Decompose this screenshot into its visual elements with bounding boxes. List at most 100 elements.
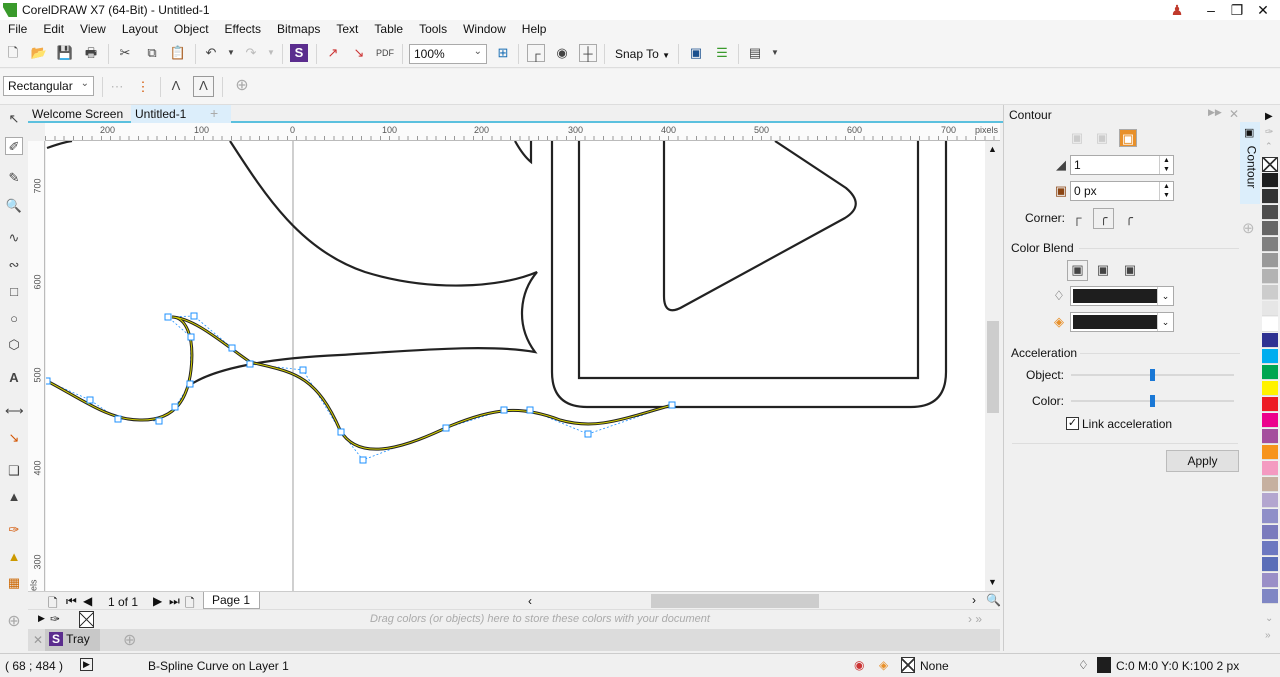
color-swatch[interactable] bbox=[1262, 413, 1278, 428]
color-swatch[interactable] bbox=[1262, 205, 1278, 220]
palette-menu-icon[interactable]: ▶ bbox=[1265, 111, 1273, 122]
menu-effects[interactable]: Effects bbox=[217, 20, 269, 36]
transparency-tool-icon[interactable]: ▲ bbox=[5, 488, 23, 506]
steps-spinner[interactable]: ▲ ▼ bbox=[1159, 156, 1173, 174]
docker-tab-contour[interactable]: ▣ Contour bbox=[1240, 122, 1260, 204]
vertical-scrollbar[interactable]: ▲ ▼ bbox=[985, 141, 1001, 592]
close-button[interactable]: ✕ bbox=[1252, 0, 1274, 20]
redo-dropdown-icon[interactable]: ▼ bbox=[262, 44, 280, 62]
color-swatch[interactable] bbox=[1262, 461, 1278, 476]
person-icon[interactable]: ♟ bbox=[1166, 0, 1188, 20]
minimize-button[interactable]: – bbox=[1200, 0, 1222, 20]
eyedropper-icon[interactable]: ✑ bbox=[50, 612, 60, 626]
clockwise-blend-icon[interactable]: ▣ bbox=[1094, 261, 1112, 279]
welcome-screen-icon[interactable]: ▤ bbox=[746, 44, 764, 62]
outline-swatch[interactable] bbox=[1097, 657, 1111, 673]
curve-node[interactable] bbox=[359, 456, 367, 464]
interactive-fill-tool-icon[interactable]: ▲ bbox=[5, 548, 23, 566]
slider-thumb[interactable] bbox=[1150, 369, 1155, 381]
offset-spinner[interactable]: ▲ ▼ bbox=[1159, 182, 1173, 200]
scroll-up-icon[interactable]: ▲ bbox=[988, 144, 997, 154]
color-swatch[interactable] bbox=[1262, 317, 1278, 332]
undo-dropdown-icon[interactable]: ▼ bbox=[222, 44, 240, 62]
full-screen-preview-icon[interactable]: ⊞ bbox=[494, 44, 512, 62]
menu-edit[interactable]: Edit bbox=[35, 20, 72, 36]
freehand-tool-icon[interactable]: ∿ bbox=[5, 229, 23, 247]
color-swatch[interactable] bbox=[1262, 365, 1278, 380]
color-swatch[interactable] bbox=[1262, 301, 1278, 316]
fill-color-picker[interactable]: ⌄ bbox=[1070, 312, 1174, 332]
scroll-down-icon[interactable]: ▼ bbox=[988, 577, 997, 587]
redo-icon[interactable]: ↷ bbox=[242, 44, 260, 62]
first-page-icon[interactable]: ⏮ bbox=[66, 594, 77, 609]
fill-swatch[interactable] bbox=[901, 657, 915, 673]
curve-node[interactable] bbox=[187, 333, 195, 341]
open-icon[interactable]: 📂 bbox=[30, 44, 48, 62]
color-swatch[interactable] bbox=[1262, 349, 1278, 364]
contour-offset-input[interactable]: 0 px ▲ ▼ bbox=[1070, 181, 1174, 201]
show-grid-icon[interactable]: ◉ bbox=[553, 44, 571, 62]
contour-steps-input[interactable]: 1 ▲ ▼ bbox=[1070, 155, 1174, 175]
linear-blend-icon[interactable]: ▣ bbox=[1067, 260, 1088, 281]
scroll-right-icon[interactable]: › » bbox=[968, 612, 982, 626]
curve-node[interactable] bbox=[186, 380, 194, 388]
curve-node[interactable] bbox=[86, 396, 94, 404]
color-swatch[interactable] bbox=[1262, 173, 1278, 188]
curve-node[interactable] bbox=[584, 430, 592, 438]
add-node-icon[interactable]: ⋯ bbox=[108, 78, 126, 96]
artistic-media-tool-icon[interactable]: ∾ bbox=[5, 256, 23, 274]
zoom-navigator-icon[interactable]: 🔍 bbox=[986, 593, 1001, 607]
curve-node[interactable] bbox=[46, 377, 51, 385]
curve-node[interactable] bbox=[500, 406, 508, 414]
horizontal-ruler[interactable]: 200 100 0 100 200 300 400 500 600 700 pi… bbox=[45, 123, 1000, 141]
snap-to-dropdown[interactable]: Snap To ▼ bbox=[615, 47, 670, 61]
menu-text[interactable]: Text bbox=[328, 20, 366, 36]
export-icon[interactable]: ↘ bbox=[350, 44, 368, 62]
horizontal-scrollbar-thumb[interactable] bbox=[651, 594, 819, 608]
color-swatch[interactable] bbox=[1262, 429, 1278, 444]
color-swatch[interactable] bbox=[1262, 493, 1278, 508]
rectangle-tool-icon[interactable]: □ bbox=[5, 283, 23, 301]
pick-tool-icon[interactable]: ↖ bbox=[5, 110, 23, 128]
color-swatch[interactable] bbox=[1262, 509, 1278, 524]
options-icon[interactable]: ▣ bbox=[687, 44, 705, 62]
eyedropper-tool-icon[interactable]: ✑ bbox=[5, 521, 23, 539]
contour-type-select[interactable]: Rectangular ⌄ bbox=[3, 76, 94, 96]
previous-page-icon[interactable]: ◀ bbox=[83, 594, 92, 608]
menu-help[interactable]: Help bbox=[514, 20, 555, 36]
color-swatch[interactable] bbox=[1262, 237, 1278, 252]
apply-button[interactable]: Apply bbox=[1166, 450, 1239, 472]
add-tray-icon[interactable]: ⊕ bbox=[123, 630, 136, 650]
restore-button[interactable]: ❐ bbox=[1226, 0, 1248, 20]
expand-palette-icon[interactable]: » bbox=[1265, 630, 1271, 641]
import-icon[interactable]: ↗ bbox=[324, 44, 342, 62]
delete-node-icon[interactable]: ⋮ bbox=[134, 78, 152, 96]
menu-bitmaps[interactable]: Bitmaps bbox=[269, 20, 328, 36]
menu-layout[interactable]: Layout bbox=[114, 20, 166, 36]
print-icon[interactable]: 🖶 bbox=[82, 44, 100, 62]
paste-icon[interactable]: 📋 bbox=[169, 44, 187, 62]
docker-expand-icon[interactable]: ▶▶ bbox=[1208, 107, 1222, 118]
no-color-swatch[interactable] bbox=[79, 611, 94, 628]
publish-pdf-icon[interactable]: PDF bbox=[376, 44, 394, 62]
zoom-level-select[interactable]: 100% ⌄ bbox=[409, 44, 487, 64]
no-color-swatch[interactable] bbox=[1262, 157, 1278, 172]
ellipse-tool-icon[interactable]: ○ bbox=[5, 310, 23, 328]
curve-node[interactable] bbox=[668, 401, 676, 409]
color-swatch[interactable] bbox=[1262, 333, 1278, 348]
curve-node[interactable] bbox=[526, 406, 534, 414]
polygon-tool-icon[interactable]: ⬡ bbox=[5, 336, 23, 354]
zoom-tool-icon[interactable]: 🔍 bbox=[5, 197, 23, 215]
next-page-icon[interactable]: ▶ bbox=[153, 594, 162, 608]
new-document-icon[interactable]: 🗋 bbox=[4, 44, 22, 62]
color-swatch[interactable] bbox=[1262, 557, 1278, 572]
horizontal-scroll-left-icon[interactable]: ‹ bbox=[528, 594, 532, 608]
scroll-down-icon[interactable]: ⌄ bbox=[1265, 613, 1273, 624]
menu-file[interactable]: File bbox=[0, 20, 35, 36]
color-swatch[interactable] bbox=[1262, 589, 1278, 604]
open-curve-icon[interactable]: Λ bbox=[167, 77, 185, 95]
drop-shadow-tool-icon[interactable]: ❑ bbox=[5, 462, 23, 480]
palette-menu-icon[interactable]: ▶ bbox=[38, 613, 45, 624]
curve-node[interactable] bbox=[442, 424, 450, 432]
outside-icon[interactable]: ▣ bbox=[1119, 129, 1137, 147]
